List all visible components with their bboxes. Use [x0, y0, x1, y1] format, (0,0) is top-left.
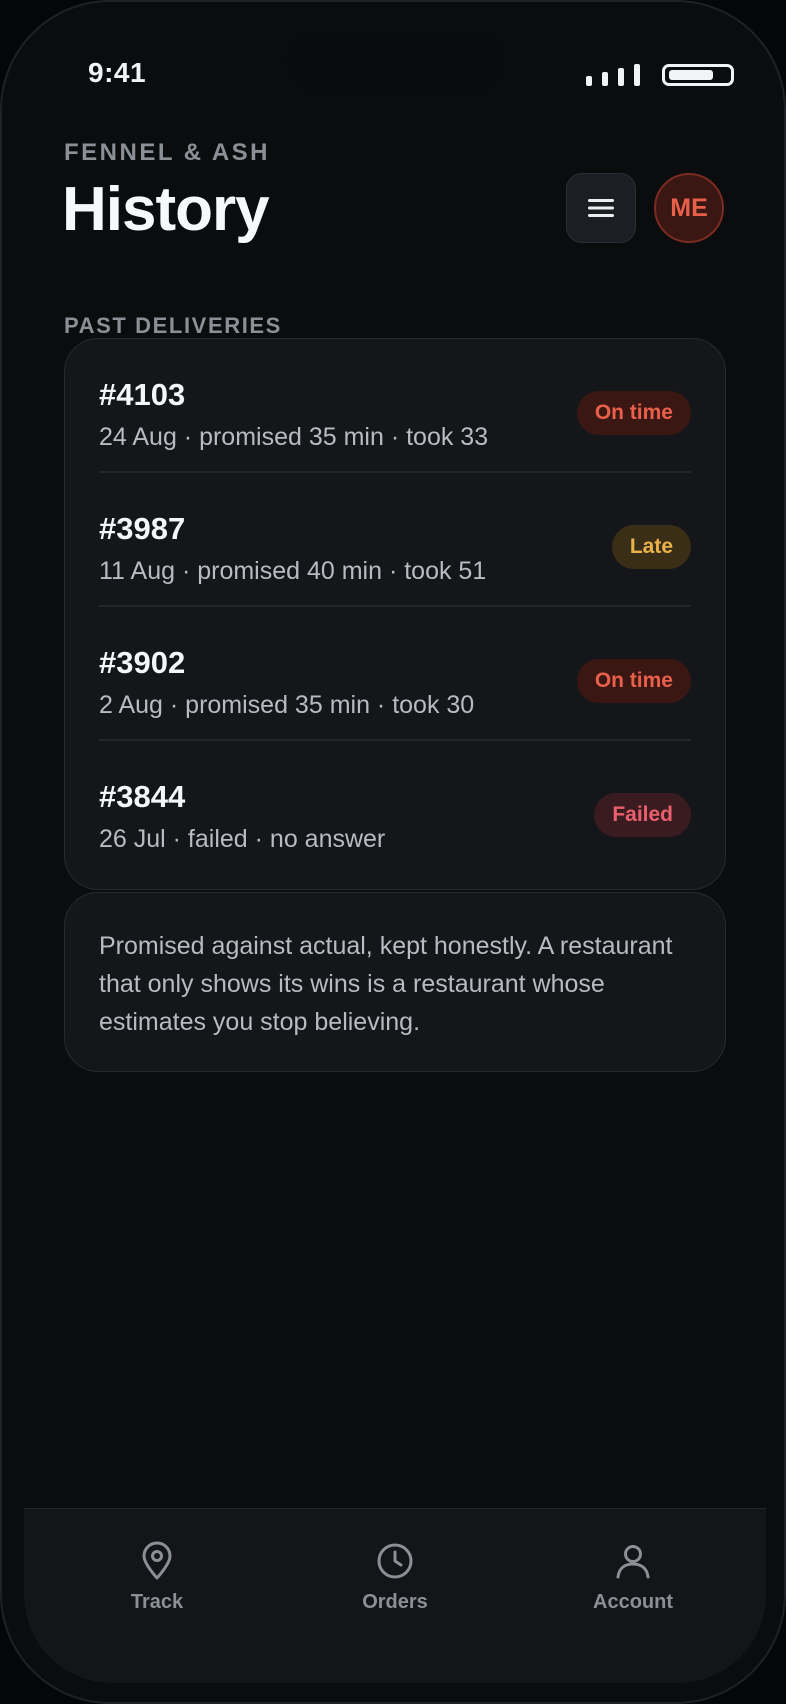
- delivery-meta: 24 Aug · promised 35 min · took 33: [99, 423, 489, 451]
- tab-track[interactable]: Track: [77, 1541, 237, 1631]
- avatar[interactable]: ME: [654, 173, 724, 243]
- status-badge: Late: [611, 525, 691, 569]
- delivery-row[interactable]: #3844 26 Jul · failed · no answer Failed: [99, 741, 691, 875]
- hamburger-icon: [588, 199, 614, 217]
- battery-icon: [662, 64, 734, 86]
- delivery-id: #3844: [99, 779, 186, 814]
- delivery-row[interactable]: #3987 11 Aug · promised 40 min · took 51…: [99, 473, 691, 607]
- tab-label: Account: [593, 1591, 673, 1613]
- status-badge: On time: [576, 659, 691, 703]
- tab-orders[interactable]: Orders: [315, 1541, 475, 1631]
- menu-button[interactable]: [566, 173, 636, 243]
- status-badge: On time: [576, 391, 691, 435]
- delivery-meta: 11 Aug · promised 40 min · took 51: [99, 557, 487, 585]
- signal-icon: [586, 64, 640, 86]
- map-pin-icon: [142, 1541, 172, 1580]
- delivery-row[interactable]: #4103 24 Aug · promised 35 min · took 33…: [99, 339, 691, 473]
- battery-level: [669, 70, 713, 80]
- delivery-id: #3987: [99, 511, 186, 546]
- user-icon: [616, 1545, 650, 1579]
- status-badge: Failed: [594, 793, 691, 837]
- status-time: 9:41: [88, 57, 147, 88]
- tab-bar: Track Orders Account: [24, 1508, 766, 1683]
- section-label: PAST DELIVERIES: [64, 313, 282, 338]
- note-text: Promised against actual, kept honestly. …: [99, 932, 673, 1036]
- phone-frame: 9:41 FENNEL & ASH History ME PAST DELIVE…: [0, 0, 786, 1704]
- tab-account[interactable]: Account: [553, 1541, 713, 1631]
- delivery-id: #4103: [99, 377, 186, 412]
- brand-name: FENNEL & ASH: [64, 139, 271, 166]
- tab-label: Track: [130, 1591, 184, 1613]
- delivery-row[interactable]: #3902 2 Aug · promised 35 min · took 30 …: [99, 607, 691, 741]
- tab-label: Orders: [362, 1591, 428, 1613]
- delivery-meta: 26 Jul · failed · no answer: [99, 825, 386, 853]
- clock-icon: [377, 1543, 413, 1579]
- note-card: Promised against actual, kept honestly. …: [64, 892, 726, 1072]
- delivery-id: #3902: [99, 645, 186, 680]
- page-title: History: [62, 175, 270, 244]
- status-bar: 9:41: [2, 2, 784, 142]
- delivery-meta: 2 Aug · promised 35 min · took 30: [99, 691, 475, 719]
- deliveries-card: #4103 24 Aug · promised 35 min · took 33…: [64, 338, 726, 890]
